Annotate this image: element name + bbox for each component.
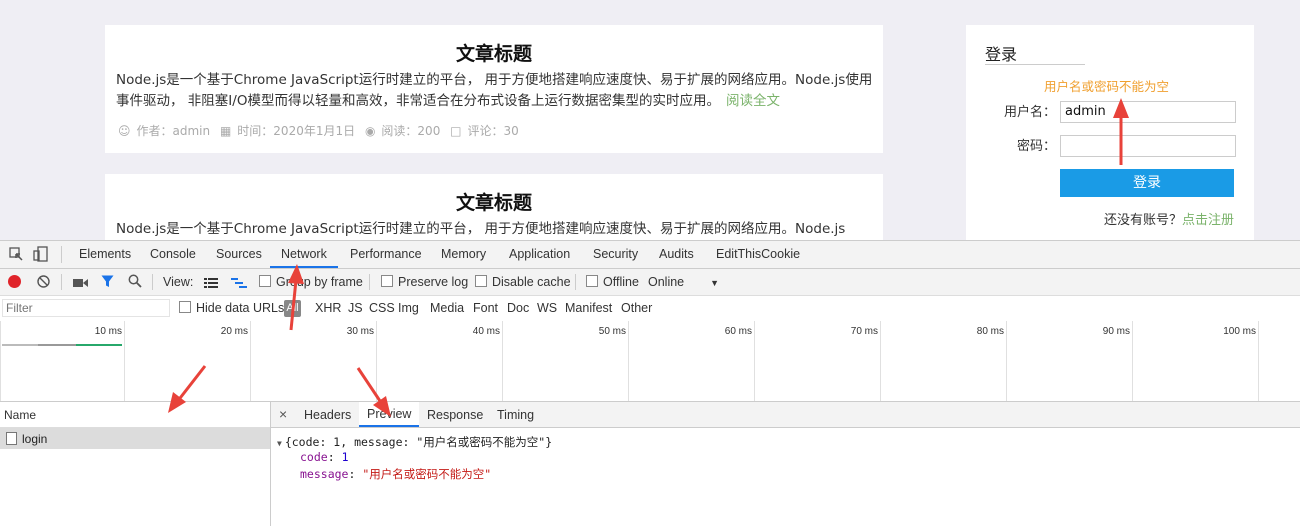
red-arrow-icon [1113,98,1129,165]
red-arrow-icon [288,264,304,331]
red-arrow-icon [356,367,391,417]
annotation-arrows [168,98,1129,417]
red-arrow-icon [168,365,207,413]
